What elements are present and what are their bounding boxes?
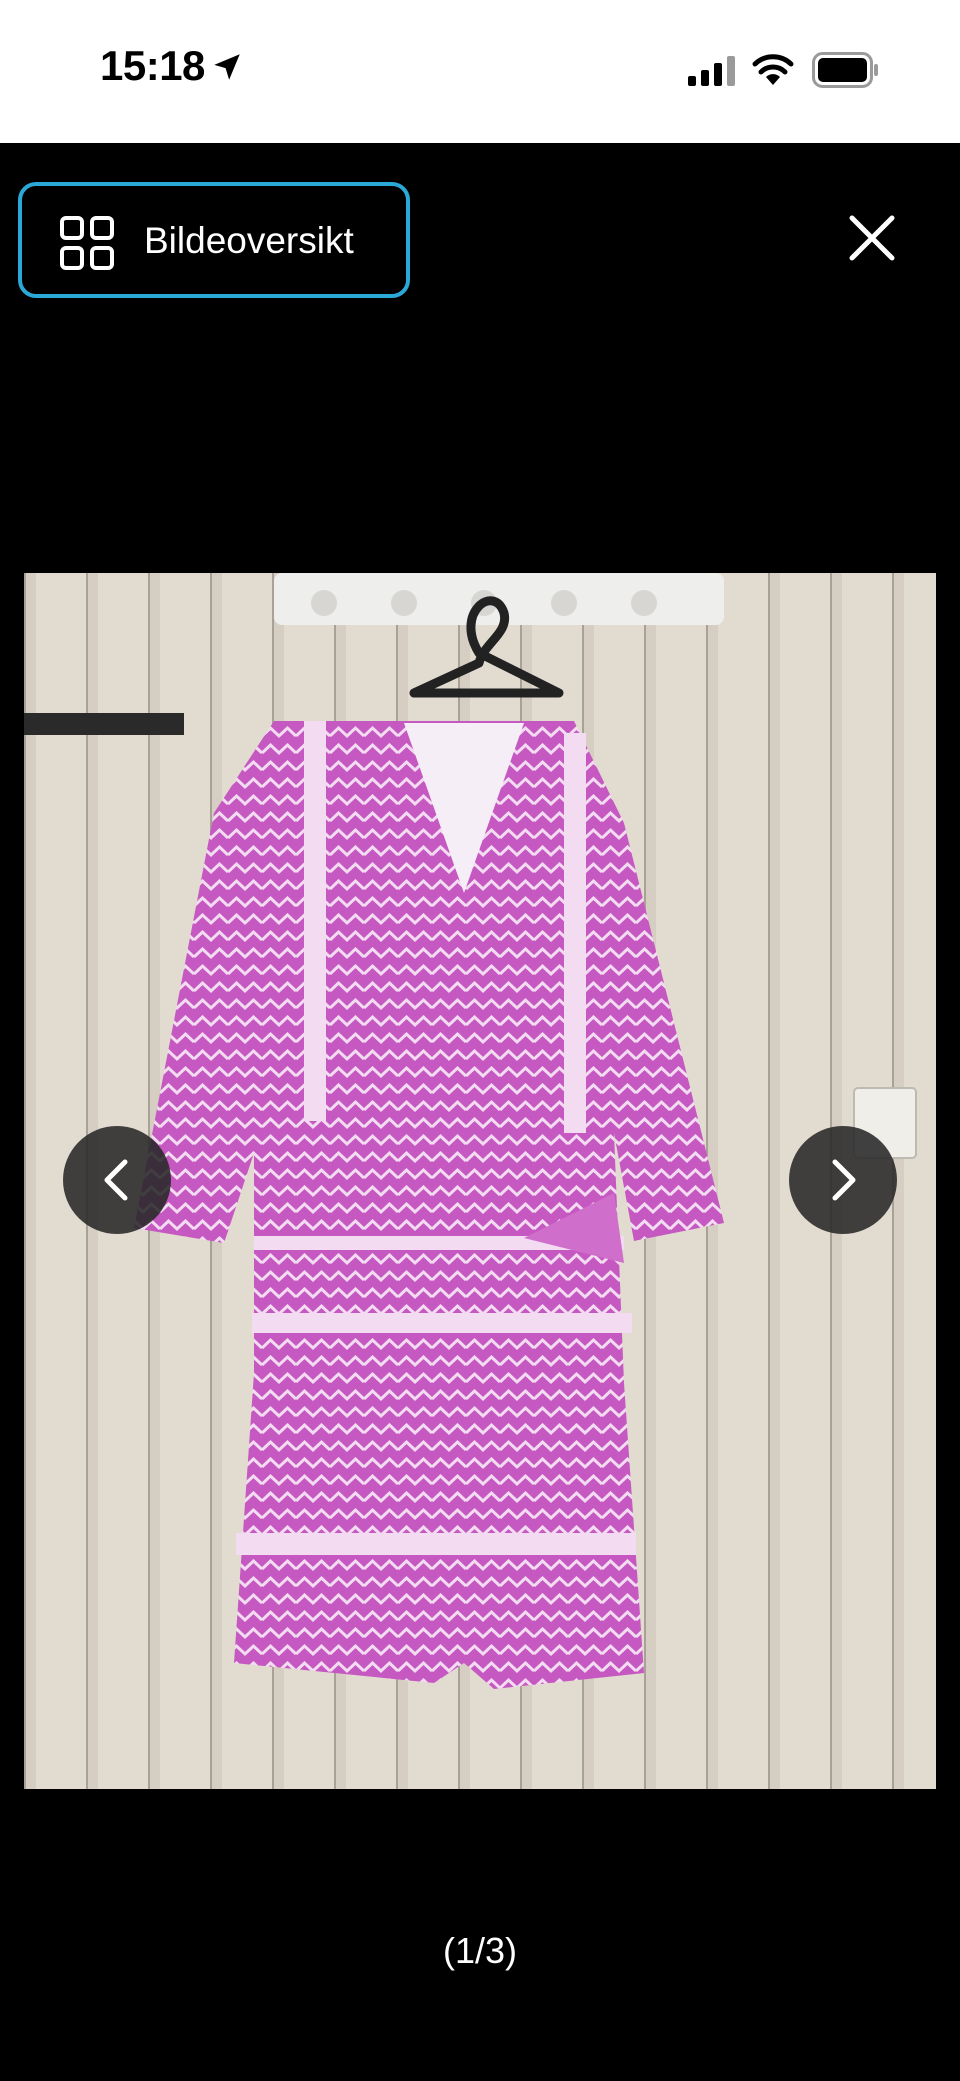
next-image-button[interactable] — [789, 1126, 897, 1234]
status-time: 15:18 — [100, 42, 205, 89]
battery-icon — [812, 52, 878, 88]
status-bar: 15:18 — [0, 0, 960, 143]
previous-image-button[interactable] — [63, 1126, 171, 1234]
location-arrow-icon — [214, 54, 240, 80]
wifi-icon — [752, 54, 794, 85]
chevron-right-icon — [832, 1159, 856, 1201]
cellular-signal-icon — [688, 56, 735, 86]
chevron-left-icon — [104, 1159, 128, 1201]
image-counter: (1/3) — [442, 1930, 518, 1971]
close-button[interactable] — [844, 210, 900, 266]
grid-icon — [60, 216, 114, 270]
close-icon — [849, 215, 895, 261]
image-overview-button[interactable]: Bildeoversikt — [18, 182, 410, 298]
image-overview-label: Bildeoversikt — [144, 220, 354, 261]
